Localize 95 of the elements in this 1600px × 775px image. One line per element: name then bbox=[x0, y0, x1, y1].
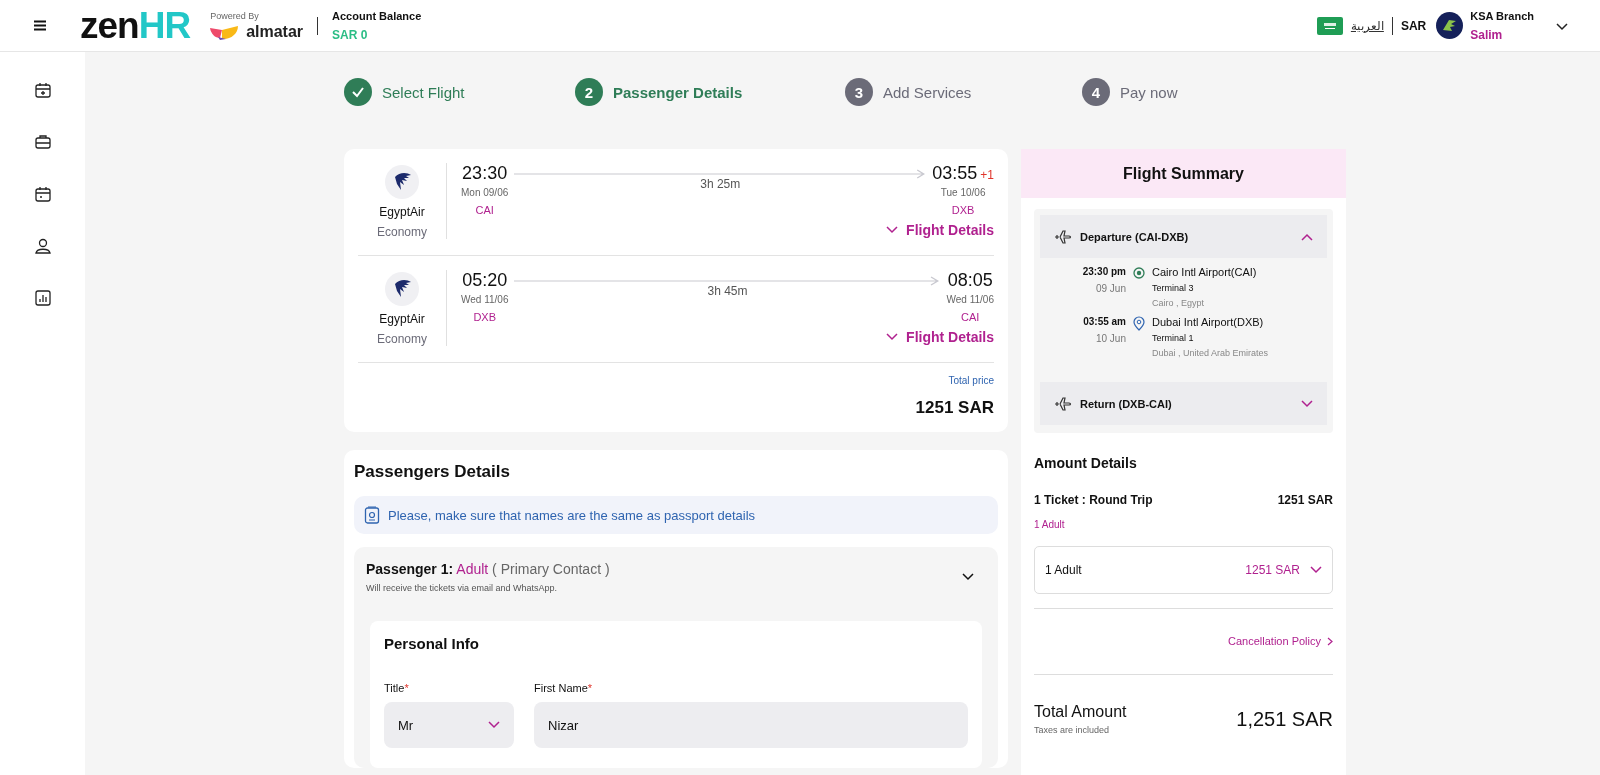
arrival-time: 08:05 bbox=[947, 270, 993, 291]
chevron-icon bbox=[1310, 566, 1322, 574]
location-pin-icon bbox=[1133, 316, 1145, 331]
stop-date: 09 Jun bbox=[1095, 283, 1126, 294]
ticket-label: 1 Ticket : Round Trip bbox=[1034, 493, 1153, 507]
step-number: 3 bbox=[845, 78, 873, 106]
language-link[interactable]: العربية bbox=[1350, 18, 1384, 33]
airport-code: CAI bbox=[475, 204, 494, 216]
balance-label: Account Balance bbox=[332, 9, 422, 22]
field-label: First Name* bbox=[534, 682, 594, 694]
passenger-note: Will receive the tickets via email and WhatsApp. bbox=[366, 583, 559, 593]
cabin-class: Economy bbox=[377, 225, 427, 239]
calendar-icon[interactable] bbox=[32, 184, 53, 204]
airport-code: DXB bbox=[951, 204, 975, 216]
stop-date: 10 Jun bbox=[1095, 333, 1126, 344]
briefcase-icon[interactable] bbox=[32, 132, 53, 152]
leg-header[interactable]: Departure (CAI-DXB) bbox=[1040, 215, 1327, 258]
origin-pin-icon bbox=[1132, 266, 1146, 280]
cabin-class: Economy bbox=[377, 332, 427, 346]
section-title: Amount Details bbox=[1034, 455, 1138, 471]
step-label[interactable]: Add Services bbox=[883, 83, 972, 101]
section-title: Personal Info bbox=[384, 635, 481, 652]
branch-name: KSA Branch bbox=[1470, 9, 1534, 22]
chevron-icon bbox=[1301, 399, 1313, 408]
step-label[interactable]: Pay now bbox=[1120, 83, 1178, 101]
terminal: Terminal 1 bbox=[1152, 333, 1195, 343]
arrival-date: Tue 10/06 bbox=[940, 187, 986, 198]
city: Dubai , United Arab Emirates bbox=[1152, 348, 1269, 358]
flag-icon[interactable] bbox=[1316, 16, 1343, 35]
calendar-plus-icon[interactable] bbox=[32, 80, 53, 100]
chevron-icon bbox=[488, 721, 500, 729]
stop-time: 03:55 am bbox=[1083, 316, 1126, 327]
flight-details-link[interactable]: Flight Details bbox=[886, 329, 994, 345]
flight-duration: 3h 25m bbox=[700, 177, 741, 191]
bar-chart-icon[interactable] bbox=[32, 288, 53, 308]
total-price-label: Total price bbox=[948, 375, 994, 386]
airport-code: CAI bbox=[961, 311, 980, 323]
user-name: Salim bbox=[1470, 27, 1504, 42]
plane-icon bbox=[1054, 395, 1072, 412]
chevron-right-icon bbox=[1327, 636, 1333, 646]
airport-code: DXB bbox=[473, 311, 497, 323]
traveller-count: 1 Adult bbox=[1034, 519, 1066, 530]
balance-value: SAR 0 bbox=[332, 27, 369, 42]
flight-details-link[interactable]: Flight Details bbox=[886, 222, 994, 238]
ticket-price: 1251 SAR bbox=[1277, 493, 1333, 507]
flight-duration: 3h 45m bbox=[707, 284, 748, 298]
chevron-icon bbox=[886, 333, 899, 341]
terminal: Terminal 3 bbox=[1152, 283, 1195, 293]
airline-logo-icon bbox=[385, 272, 419, 306]
summary-title: Flight Summary bbox=[1021, 149, 1346, 198]
airline-name: EgyptAir bbox=[379, 312, 425, 326]
departure-time: 23:30 bbox=[462, 163, 508, 184]
menu-icon[interactable] bbox=[34, 20, 46, 31]
first-name-field[interactable]: Nizar bbox=[534, 702, 968, 748]
currency-label[interactable]: SAR bbox=[1400, 18, 1427, 33]
departure-time: 05:20 bbox=[462, 270, 508, 291]
chevron-icon bbox=[1301, 232, 1313, 241]
powered-by-label: Powered By bbox=[210, 10, 260, 21]
step-label[interactable]: Select Flight bbox=[382, 83, 465, 101]
total-amount: 1,251 SAR bbox=[1236, 707, 1333, 731]
airport-name: Cairo Intl Airport(CAI) bbox=[1152, 266, 1257, 278]
section-title: Passengers Details bbox=[354, 462, 511, 482]
dropdown-chevron-icon bbox=[1556, 22, 1568, 31]
tax-note: Taxes are included bbox=[1034, 725, 1111, 735]
arrival-time: 03:55 bbox=[932, 163, 978, 184]
cancellation-policy-link[interactable]: Cancellation Policy bbox=[1034, 609, 1333, 674]
partner-name: almatar bbox=[246, 22, 304, 41]
check-icon bbox=[351, 85, 365, 99]
fare-breakdown-dropdown[interactable]: 1 Adult 1251 SAR bbox=[1034, 546, 1333, 594]
chevron-icon bbox=[886, 226, 899, 234]
passenger-heading: Passenger 1: Adult ( Primary Contact ) bbox=[366, 561, 611, 577]
total-price: 1251 SAR bbox=[915, 398, 994, 418]
airport-name: Dubai Intl Airport(DXB) bbox=[1152, 316, 1265, 328]
airline-logo-icon bbox=[385, 165, 419, 199]
avatar-icon[interactable] bbox=[1436, 12, 1464, 39]
total-amount-label: Total Amount bbox=[1034, 703, 1127, 721]
leg-header[interactable]: Return (DXB-CAI) bbox=[1040, 382, 1327, 425]
person-icon[interactable] bbox=[32, 236, 53, 256]
departure-date: Wed 11/06 bbox=[461, 294, 509, 305]
city: Cairo , Egypt bbox=[1152, 298, 1206, 308]
passport-icon bbox=[364, 506, 380, 524]
step-number: 4 bbox=[1082, 78, 1110, 106]
stop-time: 23:30 pm bbox=[1082, 266, 1126, 277]
step-label[interactable]: Passenger Details bbox=[613, 83, 743, 101]
field-label: Title* bbox=[384, 682, 410, 694]
plane-icon bbox=[1054, 228, 1072, 245]
day-offset: +1 bbox=[980, 168, 994, 182]
airline-name: EgyptAir bbox=[379, 205, 425, 219]
departure-date: Mon 09/06 bbox=[461, 187, 509, 198]
expand-chevron-icon bbox=[962, 573, 974, 581]
passport-notice: Please, make sure that names are the same as passport details bbox=[388, 507, 756, 523]
logo: zenHR bbox=[80, 7, 191, 44]
arrival-date: Wed 11/06 bbox=[946, 294, 994, 305]
step-number: 2 bbox=[575, 78, 603, 106]
title-select[interactable]: Mr bbox=[384, 702, 514, 748]
